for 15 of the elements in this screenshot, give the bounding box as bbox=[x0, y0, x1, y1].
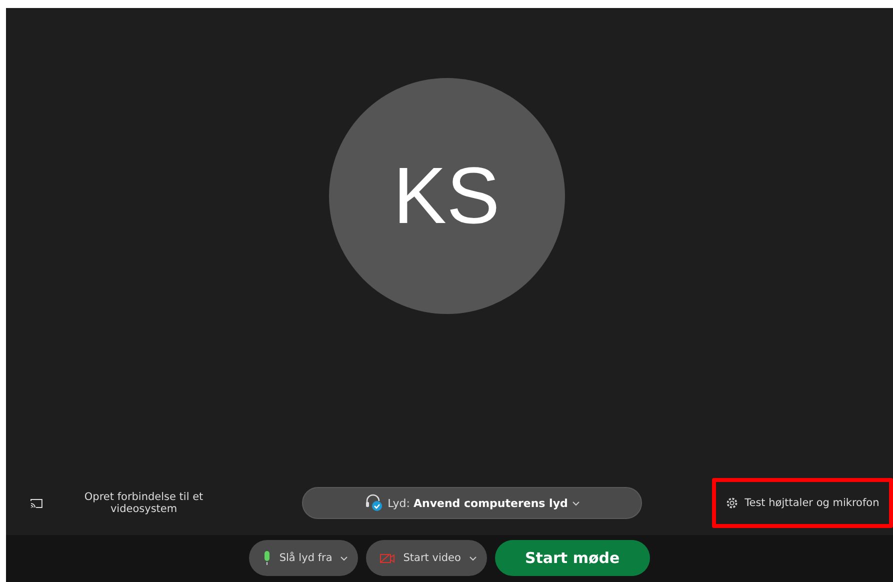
mute-button[interactable]: Slå lyd fra bbox=[249, 540, 358, 576]
microphone-icon bbox=[263, 551, 272, 565]
chevron-icon bbox=[468, 556, 477, 560]
headset-icon bbox=[364, 494, 384, 512]
settings-icon bbox=[726, 497, 738, 509]
audio-select[interactable]: Lyd: Anvend computerens lyd bbox=[302, 487, 642, 519]
test-audio-button[interactable]: Test højttaler og mikrofon bbox=[712, 478, 893, 528]
avatar: KS bbox=[328, 78, 564, 314]
start-video-button[interactable]: Start video bbox=[366, 540, 487, 576]
chevron-icon bbox=[572, 500, 580, 506]
cast-icon bbox=[30, 498, 43, 508]
connect-video-system-button[interactable]: Opret forbindelse til et videosystem bbox=[26, 487, 242, 519]
start-meeting-button[interactable]: Start møde bbox=[494, 540, 650, 576]
chevron-icon bbox=[340, 556, 348, 560]
video-off-icon bbox=[380, 552, 396, 564]
